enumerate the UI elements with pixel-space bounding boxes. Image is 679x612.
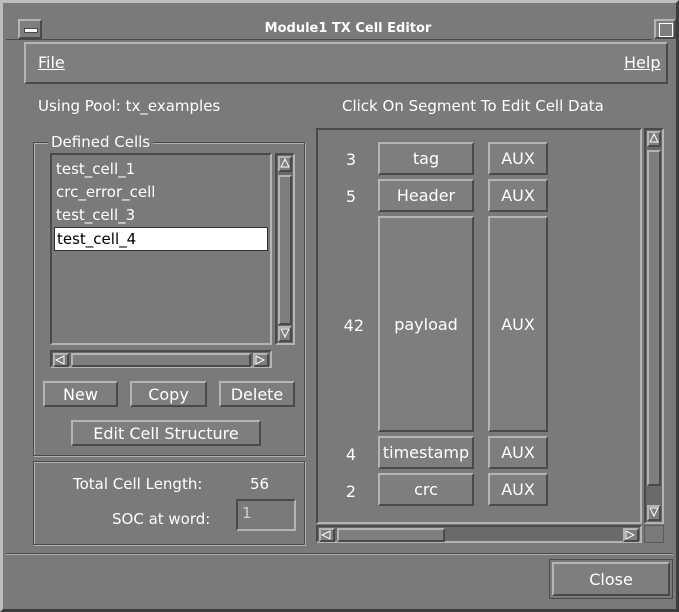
arrow-left-icon <box>321 530 331 540</box>
cell-list-vscrollbar[interactable] <box>275 153 295 345</box>
pool-label: Using Pool: tx_examples <box>38 97 221 115</box>
segment-length: 3 <box>345 150 356 169</box>
menu-help[interactable]: Help <box>624 53 660 72</box>
maximize-button[interactable] <box>654 19 676 39</box>
edit-cell-structure-button[interactable]: Edit Cell Structure <box>71 420 261 446</box>
scroll-right-button[interactable] <box>253 353 269 367</box>
bottom-separator <box>6 553 673 555</box>
total-cell-length-value: 56 <box>250 475 270 493</box>
list-item[interactable]: crc_error_cell <box>54 181 268 203</box>
segment-length: 2 <box>345 482 356 501</box>
soc-label: SOC at word: <box>112 510 211 528</box>
segment-payload[interactable]: payload <box>378 216 474 432</box>
new-button[interactable]: New <box>43 381 118 407</box>
arrow-right-icon <box>625 530 635 540</box>
soc-field[interactable]: 1 <box>236 499 296 531</box>
arrow-left-icon <box>55 355 65 365</box>
arrow-right-icon <box>255 355 265 365</box>
soc-field-value: 1 <box>242 504 252 522</box>
window-menu-button[interactable] <box>18 19 42 39</box>
list-item[interactable]: test_cell_3 <box>54 204 268 226</box>
window-menu-icon <box>24 28 38 33</box>
close-button[interactable]: Close <box>549 559 673 599</box>
scroll-thumb[interactable] <box>647 150 661 486</box>
scroll-left-button[interactable] <box>53 353 69 367</box>
total-cell-length-label: Total Cell Length: <box>73 475 203 493</box>
segment-instruction: Click On Segment To Edit Cell Data <box>342 97 604 115</box>
copy-button[interactable]: Copy <box>130 381 207 407</box>
hscroll-thumb[interactable] <box>337 528 445 542</box>
scroll-up-button[interactable] <box>647 131 661 147</box>
scroll-left-button[interactable] <box>319 528 335 542</box>
aux-payload[interactable]: AUX <box>488 216 548 432</box>
segment-panel <box>316 128 642 524</box>
hscroll-thumb[interactable] <box>71 353 251 367</box>
arrow-down-icon <box>649 507 659 517</box>
scrollbar-corner <box>644 525 664 543</box>
segment-vscrollbar[interactable] <box>644 128 664 524</box>
list-item[interactable]: test_cell_1 <box>54 158 268 180</box>
segment-length: 4 <box>345 445 356 464</box>
arrow-up-icon <box>649 133 659 143</box>
scroll-right-button[interactable] <box>623 528 639 542</box>
menu-file[interactable]: File <box>38 53 65 72</box>
cell-list-hscrollbar[interactable] <box>50 350 272 368</box>
arrow-down-icon <box>280 328 290 338</box>
window-title: Module1 TX Cell Editor <box>264 21 432 36</box>
arrow-up-icon <box>280 158 290 168</box>
segment-header[interactable]: Header <box>378 179 474 212</box>
aux-tag[interactable]: AUX <box>488 142 548 175</box>
scroll-thumb[interactable] <box>278 175 292 325</box>
scroll-up-button[interactable] <box>278 156 292 172</box>
aux-timestamp[interactable]: AUX <box>488 436 548 469</box>
aux-crc[interactable]: AUX <box>488 473 548 506</box>
segment-length: 42 <box>343 316 364 335</box>
segment-hscrollbar[interactable] <box>316 525 642 543</box>
menu-bar <box>24 42 668 84</box>
maximize-icon <box>659 23 673 37</box>
segment-timestamp[interactable]: timestamp <box>378 436 474 469</box>
segment-tag[interactable]: tag <box>378 142 474 175</box>
aux-header[interactable]: AUX <box>488 179 548 212</box>
scroll-down-button[interactable] <box>647 505 661 521</box>
delete-button[interactable]: Delete <box>219 381 295 407</box>
cell-list[interactable]: test_cell_1 crc_error_cell test_cell_3 t… <box>50 153 272 345</box>
list-item-selected[interactable]: test_cell_4 <box>54 227 268 251</box>
segment-length: 5 <box>345 187 356 206</box>
segment-crc[interactable]: crc <box>378 473 474 506</box>
defined-cells-title: Defined Cells <box>48 133 154 151</box>
scroll-down-button[interactable] <box>278 326 292 342</box>
